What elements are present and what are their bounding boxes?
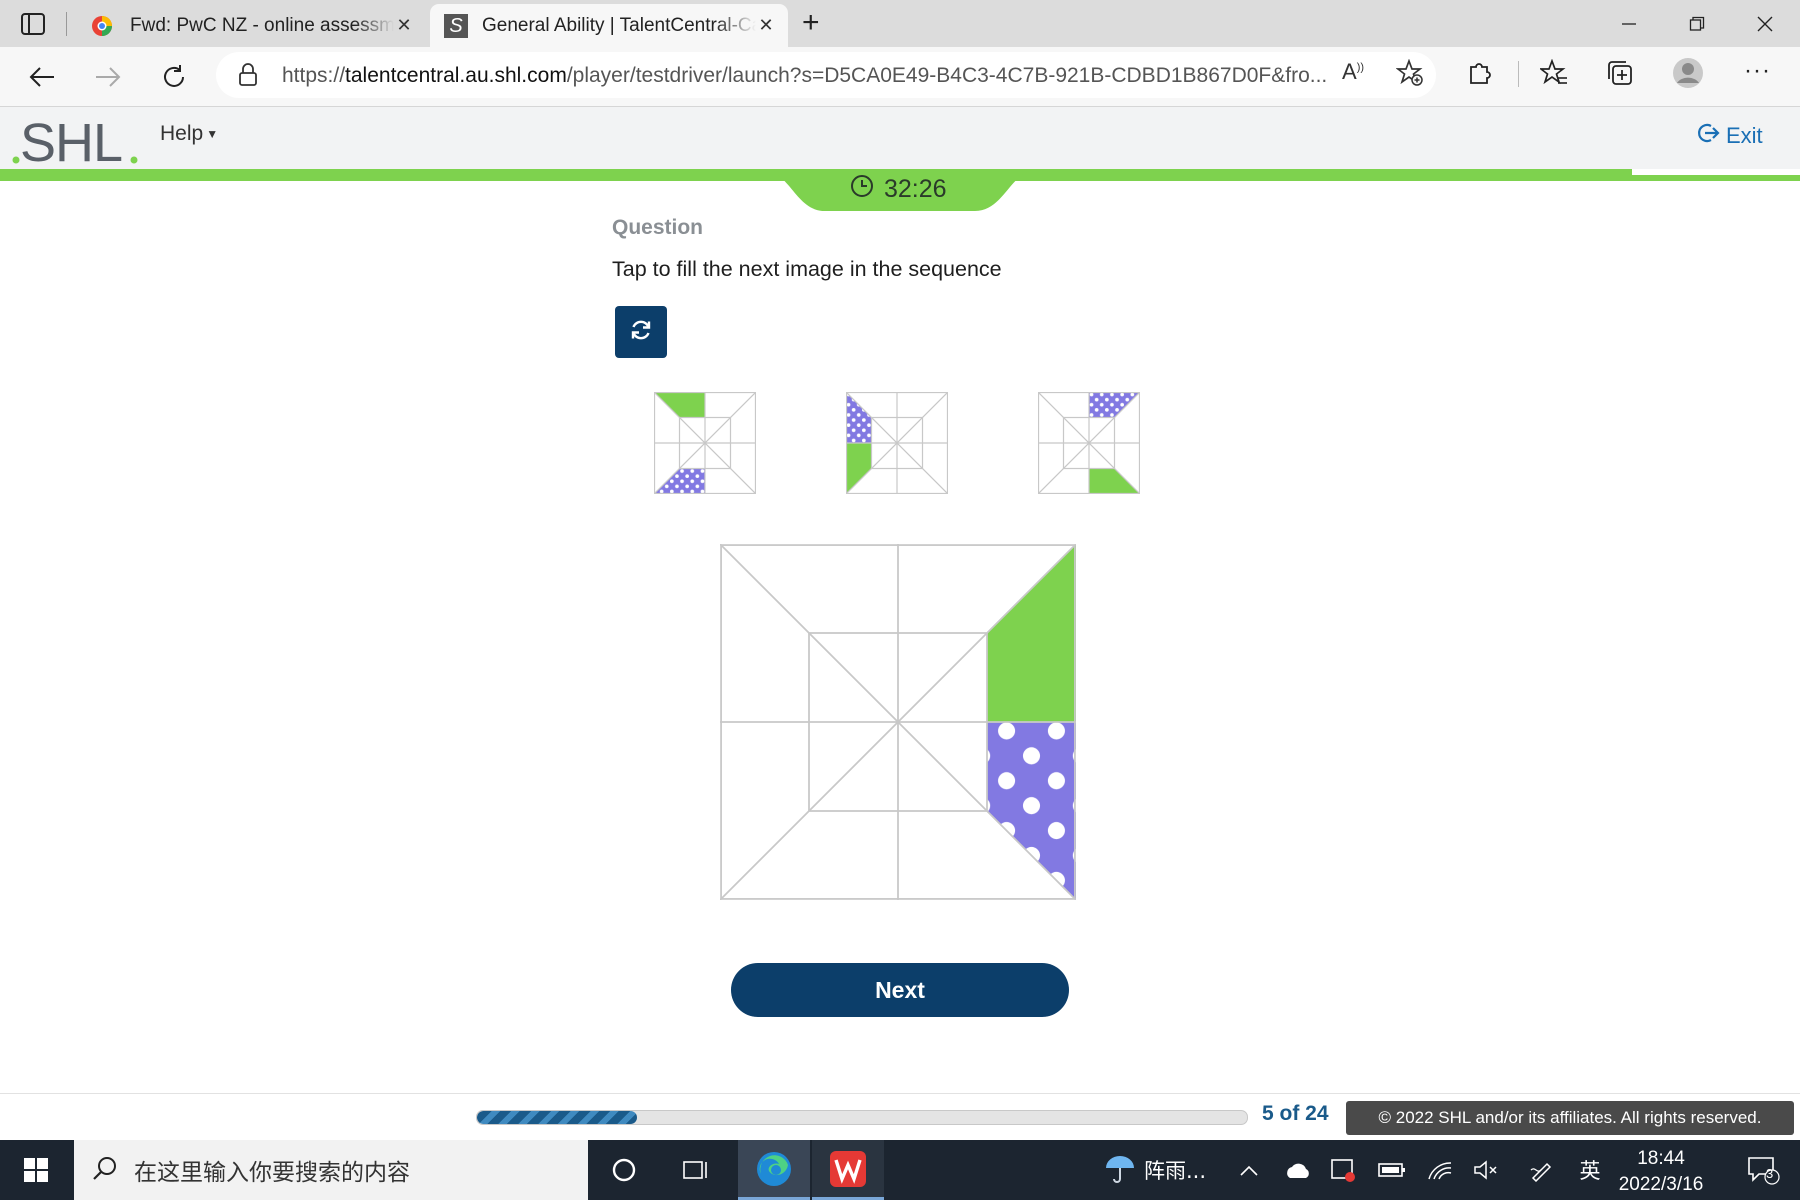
next-button[interactable]: Next <box>731 963 1069 1017</box>
browser-tab-strip: Fwd: PwC NZ - online assessment ✕ S Gene… <box>0 0 1800 47</box>
purple-dotted-shape <box>1089 392 1140 418</box>
address-bar[interactable]: https://talentcentral.au.shl.com/player/… <box>216 52 1436 98</box>
exit-label: Exit <box>1726 123 1763 148</box>
more-menu-icon[interactable]: ··· <box>1744 57 1771 85</box>
refresh-icon <box>629 318 653 347</box>
minimize-icon[interactable] <box>1594 0 1664 47</box>
url-prefix: https:// <box>282 64 346 87</box>
wps-taskbar-icon[interactable] <box>812 1140 884 1200</box>
question-label: Question <box>612 216 704 239</box>
url-host: talentcentral.au.shl.com <box>345 64 567 87</box>
timer-bar-gap <box>1632 169 1800 175</box>
timer: 32:26 <box>850 174 947 205</box>
url-path: /player/testdriver/launch?s=D5CA0E49-B4C… <box>566 64 1328 87</box>
weather-widget[interactable]: 阵雨... <box>1100 1140 1210 1200</box>
tab-gmail[interactable]: Fwd: PwC NZ - online assessment ✕ <box>72 4 426 47</box>
battery-icon[interactable] <box>1374 1140 1410 1200</box>
notification-count: 3 <box>1766 1166 1774 1181</box>
profile-avatar-icon[interactable] <box>1672 57 1704 94</box>
reload-icon[interactable] <box>152 55 196 99</box>
tab-talentcentral[interactable]: S General Ability | TalentCentral-Candid… <box>430 4 788 47</box>
progress-bar <box>476 1110 1248 1125</box>
tab-title: Fwd: PwC NZ - online assessment <box>130 14 394 36</box>
tab-close-icon[interactable]: ✕ <box>756 15 776 36</box>
shl-logo-text: SHL <box>20 113 122 167</box>
footer-divider <box>0 1093 1800 1094</box>
green-shape <box>846 443 872 494</box>
shl-favicon-icon: S <box>444 13 468 38</box>
weather-text: 阵雨... <box>1143 1159 1207 1183</box>
gmail-favicon-icon <box>90 14 118 38</box>
progress-text: 5 of 24 <box>1262 1102 1329 1125</box>
clock-icon <box>850 174 874 205</box>
green-shape <box>1089 468 1140 494</box>
read-aloud-icon[interactable]: A)) <box>1342 59 1364 85</box>
exit-button[interactable]: Exit <box>1698 122 1763 150</box>
windows-start-icon[interactable] <box>0 1140 72 1200</box>
help-label: Help <box>160 122 204 145</box>
back-icon[interactable] <box>20 55 64 99</box>
clock-date: 2022/3/16 <box>1618 1174 1704 1195</box>
cortana-icon[interactable] <box>594 1140 654 1200</box>
browser-toolbar: https://talentcentral.au.shl.com/player/… <box>0 47 1800 107</box>
progress-fill <box>477 1111 638 1124</box>
security-alert-icon[interactable] <box>1326 1140 1362 1200</box>
show-hidden-icons-icon[interactable] <box>1234 1140 1264 1200</box>
sequence-tile-2 <box>846 392 948 494</box>
wifi-icon[interactable] <box>1422 1140 1458 1200</box>
exit-icon <box>1698 122 1720 150</box>
windows-taskbar: 在这里输入你要搜索的内容 阵雨... 英 18:44 2022/3/16 3 <box>0 1140 1800 1200</box>
search-placeholder: 在这里输入你要搜索的内容 <box>134 1160 410 1186</box>
reset-button[interactable] <box>615 306 667 358</box>
shl-header: SHL Help ▼ Exit <box>0 107 1800 173</box>
help-menu[interactable]: Help ▼ <box>160 122 218 146</box>
sequence-tile-3 <box>1038 392 1140 494</box>
notification-center-icon[interactable]: 3 <box>1734 1140 1794 1200</box>
question-prompt: Tap to fill the next image in the sequen… <box>612 257 1002 281</box>
collections-icon[interactable] <box>1606 59 1634 92</box>
tab-close-icon[interactable]: ✕ <box>394 15 414 36</box>
task-view-icon[interactable] <box>666 1140 726 1200</box>
tab-title: General Ability | TalentCentral-Candidat… <box>482 14 756 36</box>
purple-dotted-shape <box>846 392 872 443</box>
copyright-notice: © 2022 SHL and/or its affiliates. All ri… <box>1346 1101 1794 1135</box>
restore-icon[interactable] <box>1662 0 1732 47</box>
tab-actions-icon[interactable] <box>20 12 46 36</box>
shl-logo: SHL <box>12 111 142 173</box>
favorites-icon[interactable] <box>1538 58 1568 92</box>
volume-muted-icon[interactable] <box>1468 1140 1504 1200</box>
add-favorite-icon[interactable] <box>1395 58 1424 92</box>
forward-icon[interactable] <box>86 55 130 99</box>
edge-taskbar-icon[interactable] <box>738 1140 810 1200</box>
purple-dotted-shape <box>654 468 705 494</box>
taskbar-search-box[interactable]: 在这里输入你要搜索的内容 <box>74 1140 588 1200</box>
close-window-icon[interactable] <box>1730 0 1800 47</box>
new-tab-icon[interactable]: + <box>802 8 830 38</box>
system-clock[interactable]: 18:44 2022/3/16 <box>1596 1146 1726 1198</box>
search-icon <box>92 1155 118 1186</box>
caret-down-icon: ▼ <box>206 127 219 142</box>
clock-time: 18:44 <box>1637 1148 1685 1169</box>
onedrive-icon[interactable] <box>1280 1140 1316 1200</box>
answer-gridlines <box>720 544 1076 900</box>
lock-icon[interactable] <box>238 63 258 92</box>
sequence-tile-1 <box>654 392 756 494</box>
pen-icon[interactable] <box>1524 1140 1560 1200</box>
umbrella-icon <box>1104 1152 1136 1189</box>
green-shape <box>654 392 705 418</box>
toolbar-divider <box>1518 61 1519 87</box>
timer-value: 32:26 <box>884 175 947 203</box>
tab-divider <box>66 12 67 36</box>
answer-grid[interactable] <box>720 544 1076 900</box>
extensions-icon[interactable] <box>1466 59 1494 92</box>
